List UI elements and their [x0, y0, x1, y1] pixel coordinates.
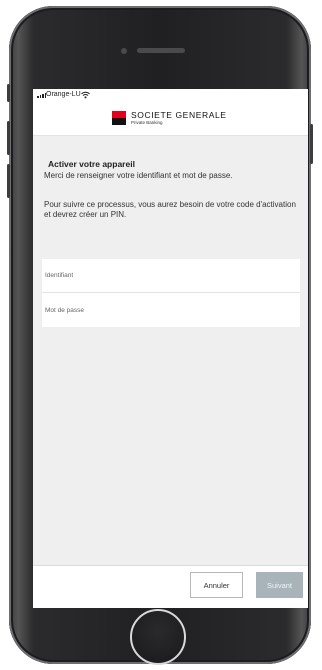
brand-subtitle: Private Banking [131, 120, 163, 125]
brand-name: SOCIETE GENERALE [131, 110, 227, 120]
earpiece-speaker [137, 48, 185, 53]
info-text: Pour suivre ce processus, vous aurez bes… [44, 200, 296, 219]
password-field[interactable] [42, 293, 300, 327]
app-header: SOCIETE GENERALE Private Banking [33, 103, 308, 136]
intro-text: Merci de renseigner votre identifiant et… [44, 171, 233, 180]
page-title: Activer votre appareil [48, 159, 135, 169]
cancel-button[interactable]: Annuler [190, 572, 243, 598]
status-bar: Orange-LU [33, 89, 308, 103]
carrier-name: Orange-LU [46, 91, 81, 98]
footer-bar: Annuler Suivant [33, 565, 308, 608]
power-button [310, 124, 313, 164]
username-field[interactable] [42, 259, 300, 292]
volume-up-button [7, 121, 10, 155]
volume-down-button [7, 164, 10, 198]
societe-generale-logo: SOCIETE GENERALE Private Banking [112, 111, 227, 126]
front-camera [121, 48, 127, 54]
phone-frame: Orange-LU SOCIETE GENERALE Private Banki… [7, 6, 313, 665]
wifi-icon [81, 91, 90, 99]
username-field-container [42, 259, 300, 293]
mute-switch [7, 84, 10, 102]
home-button[interactable] [130, 609, 186, 665]
phone-screen: Orange-LU SOCIETE GENERALE Private Banki… [33, 89, 308, 608]
password-field-container [42, 293, 300, 327]
next-button[interactable]: Suivant [256, 572, 303, 598]
brand-logo-icon [112, 111, 126, 125]
signal-bars-icon [37, 93, 46, 98]
login-form [42, 259, 300, 327]
